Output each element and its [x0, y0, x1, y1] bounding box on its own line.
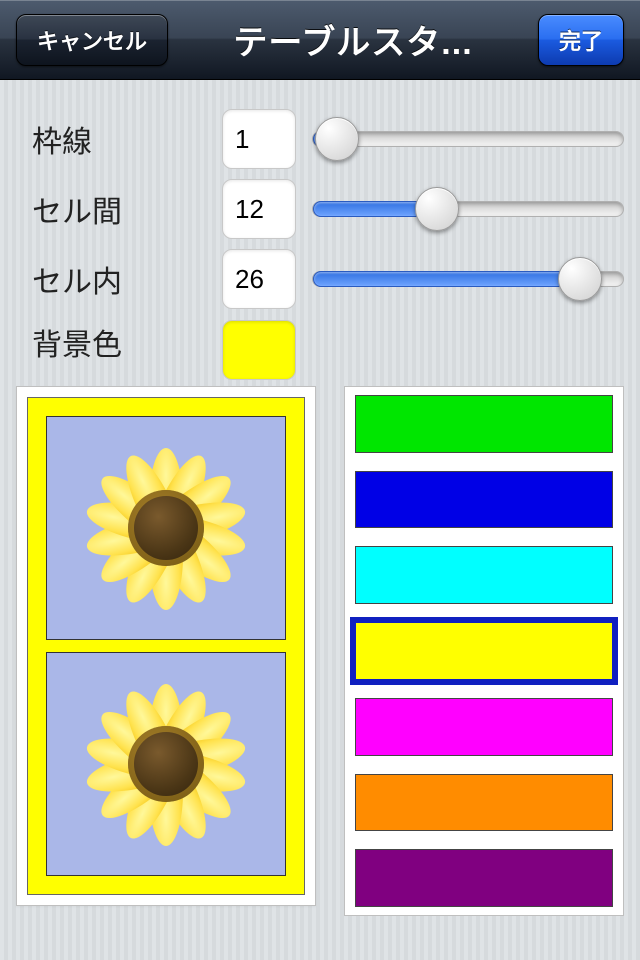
border-slider[interactable]: [312, 109, 624, 169]
page-title: テーブルスタ...: [168, 15, 538, 64]
border-label: 枠線: [16, 117, 206, 161]
sunflower-icon: [86, 684, 246, 844]
spacing-row: セル間 12: [16, 174, 624, 244]
lower-panel: [0, 376, 640, 916]
padding-value[interactable]: 26: [222, 249, 296, 309]
background-row: 背景色: [16, 314, 624, 376]
color-option-yellow[interactable]: [355, 622, 613, 680]
color-option-purple[interactable]: [355, 849, 613, 907]
background-swatch[interactable]: [222, 320, 296, 380]
sunflower-icon: [86, 448, 246, 608]
spacing-slider[interactable]: [312, 179, 624, 239]
color-list[interactable]: [344, 386, 624, 916]
spacing-value[interactable]: 12: [222, 179, 296, 239]
color-option-orange[interactable]: [355, 774, 613, 832]
padding-row: セル内 26: [16, 244, 624, 314]
preview-card: [16, 386, 316, 906]
preview-cell: [46, 652, 286, 876]
color-option-blue[interactable]: [355, 471, 613, 529]
settings-panel: 枠線 1 セル間 12 セル内 26 背景色: [0, 80, 640, 376]
border-row: 枠線 1: [16, 104, 624, 174]
background-label: 背景色: [16, 320, 206, 364]
padding-label: セル内: [16, 257, 206, 301]
preview-cell: [46, 416, 286, 640]
padding-slider[interactable]: [312, 249, 624, 309]
color-option-green[interactable]: [355, 395, 613, 453]
preview-table: [27, 397, 305, 895]
cancel-button[interactable]: キャンセル: [16, 14, 168, 66]
navbar: キャンセル テーブルスタ... 完了: [0, 0, 640, 80]
color-option-cyan[interactable]: [355, 546, 613, 604]
done-button[interactable]: 完了: [538, 14, 624, 66]
border-value[interactable]: 1: [222, 109, 296, 169]
color-option-magenta[interactable]: [355, 698, 613, 756]
spacing-label: セル間: [16, 187, 206, 231]
